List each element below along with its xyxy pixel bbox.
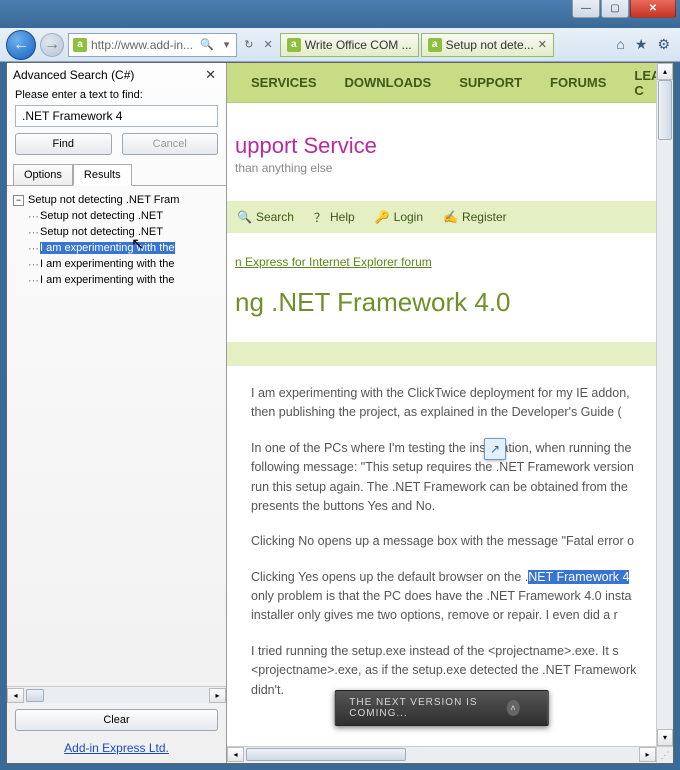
tab-close-icon[interactable]: ✕ bbox=[538, 38, 547, 51]
panel-footer: Add-in Express Ltd. bbox=[7, 737, 226, 763]
find-button[interactable]: Find bbox=[15, 133, 112, 155]
login-icon: 🔑 bbox=[375, 210, 390, 224]
nav-item[interactable]: FORUMS bbox=[550, 75, 606, 90]
forum-search[interactable]: 🔍Search bbox=[237, 210, 294, 224]
forward-button[interactable]: → bbox=[40, 33, 64, 57]
page-hscrollbar[interactable]: ◂ ▸ bbox=[227, 746, 656, 763]
panel-close-icon[interactable]: ✕ bbox=[201, 67, 220, 83]
scroll-down-icon[interactable]: ▾ bbox=[657, 729, 673, 746]
post-body: I am experimenting with the ClickTwice d… bbox=[227, 366, 656, 726]
tab-favicon: a bbox=[287, 38, 301, 52]
tab-favicon: a bbox=[428, 38, 442, 52]
tree-root[interactable]: − Setup not detecting .NET Fram bbox=[13, 192, 226, 208]
browser-tab[interactable]: a Write Office COM ... bbox=[280, 33, 419, 57]
scroll-left-icon[interactable]: ◂ bbox=[7, 688, 24, 703]
tab-label: Write Office COM ... bbox=[305, 38, 412, 52]
chevron-up-icon[interactable]: ˄ bbox=[507, 700, 520, 716]
stop-button[interactable]: ✕ bbox=[261, 38, 276, 51]
browser-toolbar: ← → a http://www.add-in... 🔍 ▾ ↻ ✕ a Wri… bbox=[0, 28, 680, 62]
tab-options[interactable]: Options bbox=[13, 164, 73, 186]
tree-item[interactable]: ⋯I am experimenting with the bbox=[13, 240, 226, 256]
search-icon: 🔍 bbox=[237, 210, 252, 224]
site-nav: SERVICES DOWNLOADS SUPPORT FORUMS LEARNI… bbox=[227, 63, 656, 103]
panel-title: Advanced Search (C#) bbox=[13, 68, 134, 82]
collapse-icon[interactable]: − bbox=[13, 195, 24, 206]
nav-item[interactable]: SUPPORT bbox=[459, 75, 522, 90]
tree-hscrollbar[interactable]: ◂ ▸ bbox=[7, 686, 226, 703]
results-tree: − Setup not detecting .NET Fram ⋯Setup n… bbox=[7, 186, 226, 294]
tree-item[interactable]: ⋯I am experimenting with the bbox=[13, 256, 226, 272]
dropdown-icon[interactable]: ▾ bbox=[221, 38, 233, 51]
site-favicon: a bbox=[73, 38, 87, 52]
tree-item[interactable]: ⋯Setup not detecting .NET bbox=[13, 208, 226, 224]
scroll-left-icon[interactable]: ◂ bbox=[227, 747, 244, 762]
search-icon[interactable]: 🔍 bbox=[197, 38, 217, 51]
nav-item[interactable]: SERVICES bbox=[251, 75, 317, 90]
link-popup-icon[interactable]: ↗ bbox=[484, 438, 506, 460]
window-maximize-button[interactable]: ▢ bbox=[601, 0, 629, 18]
scroll-right-icon[interactable]: ▸ bbox=[639, 747, 656, 762]
post-paragraph: I am experimenting with the ClickTwice d… bbox=[251, 384, 646, 423]
advanced-search-panel: Advanced Search (C#) ✕ Please enter a te… bbox=[7, 63, 227, 763]
post-paragraph: In one of the PCs where I'm testing the … bbox=[251, 439, 646, 517]
nav-item[interactable]: DOWNLOADS bbox=[345, 75, 432, 90]
window-titlebar: — ▢ ✕ bbox=[0, 0, 680, 28]
scroll-up-icon[interactable]: ▴ bbox=[657, 63, 673, 80]
back-button[interactable]: ← bbox=[6, 30, 36, 60]
forum-help[interactable]: ？Help bbox=[314, 209, 355, 226]
tab-results[interactable]: Results bbox=[73, 164, 132, 186]
url-text: http://www.add-in... bbox=[91, 38, 193, 52]
favorites-icon[interactable]: ★ bbox=[635, 36, 648, 53]
search-prompt-label: Please enter a text to find: bbox=[7, 87, 226, 105]
tree-item[interactable]: ⋯I am experimenting with the bbox=[13, 272, 226, 288]
banner-text: THE NEXT VERSION IS COMING... bbox=[349, 697, 499, 719]
forum-login[interactable]: 🔑Login bbox=[375, 210, 423, 224]
scroll-thumb[interactable] bbox=[246, 748, 406, 761]
forum-register[interactable]: ✍Register bbox=[443, 210, 507, 224]
gear-icon[interactable]: ⚙ bbox=[657, 36, 670, 53]
cancel-button: Cancel bbox=[122, 133, 219, 155]
thread-title: ng .NET Framework 4.0 bbox=[227, 275, 656, 342]
highlighted-match: NET Framework 4 bbox=[528, 570, 629, 584]
breadcrumb-link[interactable]: n Express for Internet Explorer forum bbox=[235, 255, 432, 269]
scroll-thumb[interactable] bbox=[26, 689, 44, 702]
home-icon[interactable]: ⌂ bbox=[616, 36, 624, 53]
browser-tab[interactable]: a Setup not dete... ✕ bbox=[421, 33, 554, 57]
divider-stripe bbox=[227, 342, 656, 366]
tab-label: Setup not dete... bbox=[446, 38, 534, 52]
post-paragraph: Clicking No opens up a message box with … bbox=[251, 532, 646, 551]
page-viewport: SERVICES DOWNLOADS SUPPORT FORUMS LEARNI… bbox=[227, 63, 673, 763]
promo-banner[interactable]: THE NEXT VERSION IS COMING... ˄ bbox=[334, 690, 549, 726]
resize-grip-icon[interactable]: ⋰ bbox=[656, 746, 673, 763]
page-vscrollbar[interactable]: ▴ ▾ bbox=[656, 63, 673, 746]
clear-button[interactable]: Clear bbox=[15, 709, 218, 731]
tab-strip: a Write Office COM ... a Setup not dete.… bbox=[280, 33, 609, 57]
nav-item[interactable]: LEARNING C bbox=[634, 68, 656, 98]
window-minimize-button[interactable]: — bbox=[572, 0, 600, 18]
refresh-button[interactable]: ↻ bbox=[241, 38, 256, 51]
register-icon: ✍ bbox=[443, 210, 458, 224]
forum-toolbar: 🔍Search ？Help 🔑Login ✍Register bbox=[227, 201, 656, 233]
help-icon: ？ bbox=[314, 209, 326, 226]
scroll-right-icon[interactable]: ▸ bbox=[209, 688, 226, 703]
address-bar[interactable]: a http://www.add-in... 🔍 ▾ bbox=[68, 33, 237, 57]
post-paragraph: Clicking Yes opens up the default browse… bbox=[251, 568, 646, 626]
search-input[interactable] bbox=[15, 105, 218, 127]
vendor-link[interactable]: Add-in Express Ltd. bbox=[64, 741, 169, 755]
tree-item[interactable]: ⋯Setup not detecting .NET bbox=[13, 224, 226, 240]
window-close-button[interactable]: ✕ bbox=[630, 0, 676, 18]
page-subheading: than anything else bbox=[235, 161, 656, 175]
panel-tabs: Options Results bbox=[7, 163, 226, 186]
page-heading: upport Service bbox=[235, 133, 656, 159]
scroll-thumb[interactable] bbox=[658, 80, 672, 140]
